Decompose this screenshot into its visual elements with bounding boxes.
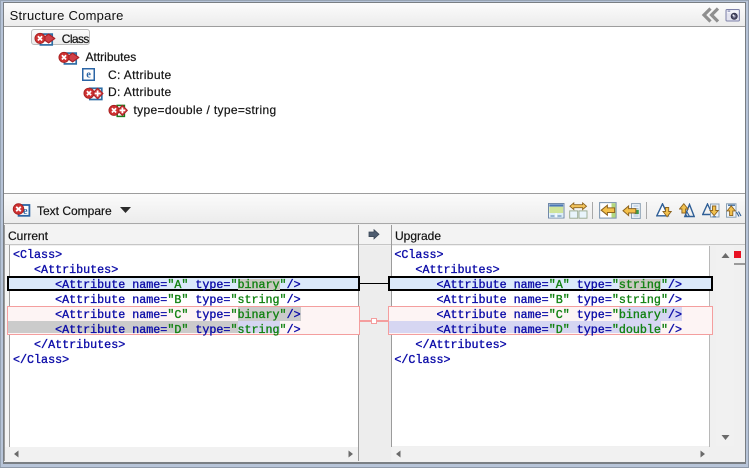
- svg-text:e: e: [86, 69, 91, 80]
